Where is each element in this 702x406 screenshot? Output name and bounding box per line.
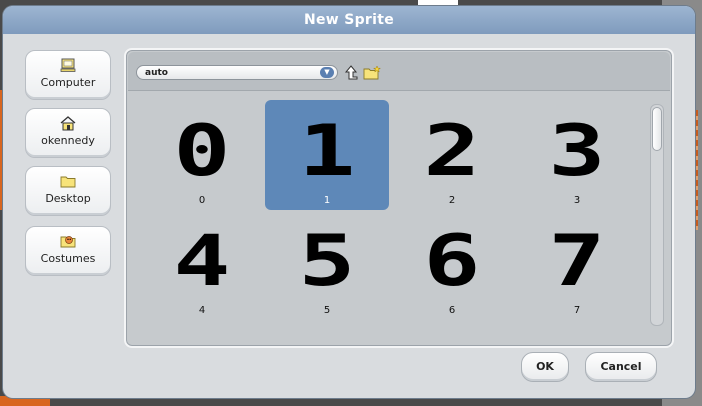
dialog-title[interactable]: New Sprite	[3, 6, 695, 34]
new-folder-icon[interactable]	[363, 65, 381, 81]
sprite-thumbnail: 3	[548, 110, 606, 192]
chevron-down-icon[interactable]: ▼	[320, 67, 334, 78]
computer-icon	[60, 58, 76, 72]
cancel-button[interactable]: Cancel	[585, 352, 657, 382]
location-costumes-button[interactable]: Costumes	[25, 226, 111, 276]
file-item-label: 6	[448, 305, 456, 316]
file-item-7[interactable]: 7 7	[515, 210, 639, 320]
file-item-3[interactable]: 3 3	[515, 100, 639, 210]
file-list-scrollbar[interactable]	[650, 104, 664, 326]
location-desktop-button[interactable]: Desktop	[25, 166, 111, 216]
costumes-folder-icon	[60, 236, 76, 248]
location-home-button[interactable]: okennedy	[25, 108, 111, 158]
location-costumes-label: Costumes	[40, 252, 96, 265]
ok-button[interactable]: OK	[521, 352, 569, 382]
file-item-label: 4	[198, 305, 206, 316]
location-home-label: okennedy	[41, 134, 95, 147]
sprite-thumbnail: 7	[548, 220, 606, 302]
home-icon	[60, 116, 76, 131]
new-sprite-dialog: New Sprite Computer okennedy Desktop Cos…	[3, 6, 695, 398]
file-item-label: 0	[198, 195, 206, 206]
file-grid: 0 0 1 1 2 2 3 3 4 4 5 5 6 6 7 7	[140, 100, 650, 324]
folder-icon	[60, 176, 76, 188]
file-item-label: 2	[448, 195, 456, 206]
file-item-label: 7	[573, 305, 581, 316]
up-arrow-icon[interactable]	[344, 65, 358, 81]
file-item-label: 5	[323, 305, 331, 316]
path-dropdown[interactable]: auto ▼	[136, 65, 338, 80]
file-browser-toolbar: auto ▼	[128, 52, 670, 91]
file-item-label: 1	[323, 195, 331, 206]
location-desktop-label: Desktop	[45, 192, 91, 205]
location-computer-label: Computer	[40, 76, 96, 89]
location-computer-button[interactable]: Computer	[25, 50, 111, 100]
file-browser-panel: auto ▼ 0 0 1 1 2 2 3 3 4 4 5 5 6 6 7 7	[124, 48, 674, 348]
file-item-label: 3	[573, 195, 581, 206]
scrollbar-thumb[interactable]	[652, 107, 662, 151]
path-dropdown-value: auto	[145, 68, 168, 78]
